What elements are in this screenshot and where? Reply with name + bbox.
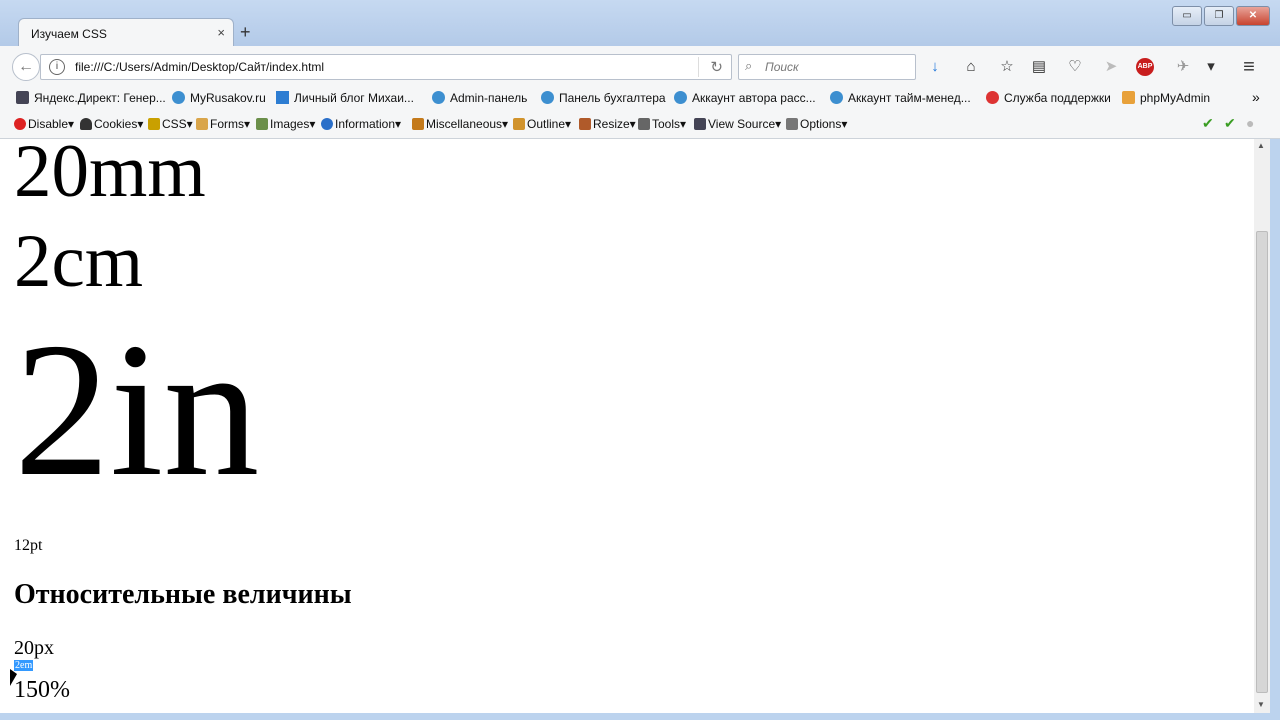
star-icon[interactable]: ☆ <box>996 56 1018 78</box>
wd-options-menu[interactable]: Options▾ <box>786 117 847 131</box>
globe-icon <box>541 91 554 104</box>
forms-icon <box>196 118 208 130</box>
bookmark-item[interactable]: MyRusakov.ru <box>172 91 266 105</box>
pocket-icon[interactable]: ♡ <box>1064 56 1086 78</box>
scroll-up-icon[interactable]: ▲ <box>1257 141 1265 150</box>
web-developer-toolbar: Disable▾ Cookies▾ CSS▾ Forms▾ Images▾ In… <box>0 112 1280 139</box>
wd-css-menu[interactable]: CSS▾ <box>148 117 193 131</box>
window-controls: ▭ ❐ ✕ <box>1172 6 1270 26</box>
resize-icon <box>579 118 591 130</box>
info-icon[interactable]: i <box>49 59 65 75</box>
tools-icon <box>638 118 650 130</box>
window-border-right <box>1270 139 1280 720</box>
miscellaneous-icon <box>412 118 424 130</box>
bookmarks-more-button[interactable]: » <box>1252 89 1260 105</box>
view-source-icon <box>694 118 706 130</box>
mouse-cursor-icon <box>10 669 17 686</box>
check-icon[interactable]: ✔ <box>1224 115 1236 132</box>
home-icon[interactable]: ⌂ <box>960 56 982 78</box>
scrollbar-thumb[interactable] <box>1256 231 1268 693</box>
text-150-percent: 150% <box>14 677 70 703</box>
new-tab-button[interactable]: + <box>240 22 251 43</box>
search-icon: ⌕ <box>745 58 753 73</box>
wd-tools-menu[interactable]: Tools▾ <box>638 117 686 131</box>
extension-icon[interactable]: ✈ <box>1172 56 1194 78</box>
page-content: 20mm 2cm 2in 12pt Относительные величины… <box>0 139 1254 713</box>
wd-images-menu[interactable]: Images▾ <box>256 117 315 131</box>
text-20mm: 20mm <box>14 139 206 213</box>
wd-resize-menu[interactable]: Resize▾ <box>579 117 636 131</box>
wd-view-source-menu[interactable]: View Source▾ <box>694 117 781 131</box>
navigation-bar: ← i file:///C:/Users/Admin/Desktop/Сайт/… <box>0 46 1280 87</box>
text-2in: 2in <box>14 303 260 516</box>
wd-miscellaneous-menu[interactable]: Miscellaneous▾ <box>412 117 508 131</box>
wd-outline-menu[interactable]: Outline▾ <box>513 117 571 131</box>
wd-information-menu[interactable]: Information▾ <box>321 117 401 131</box>
bookmark-item[interactable]: Служба поддержки <box>986 91 1111 105</box>
outline-icon <box>513 118 525 130</box>
tab-title: Изучаем CSS <box>31 27 107 41</box>
minimize-button[interactable]: ▭ <box>1172 6 1202 26</box>
css-icon <box>148 118 160 130</box>
bookmark-item[interactable]: Admin-панель <box>432 91 527 105</box>
adblock-icon[interactable]: ABP <box>1136 58 1154 76</box>
wd-disable-menu[interactable]: Disable▾ <box>14 117 74 131</box>
status-circle-icon[interactable]: ● <box>1246 115 1254 131</box>
search-input[interactable]: ⌕ Поиск <box>738 54 916 80</box>
information-icon <box>321 118 333 130</box>
images-icon <box>256 118 268 130</box>
globe-icon <box>172 91 185 104</box>
phpmyadmin-icon <box>1122 91 1135 104</box>
url-bar[interactable]: i file:///C:/Users/Admin/Desktop/Сайт/in… <box>40 54 732 80</box>
bookmark-item[interactable]: Панель бухгалтера <box>541 91 666 105</box>
bookmark-item[interactable]: Аккаунт автора расс... <box>674 91 816 105</box>
bookmark-icon <box>16 91 29 104</box>
search-placeholder: Поиск <box>765 60 799 74</box>
wd-forms-menu[interactable]: Forms▾ <box>196 117 250 131</box>
tab-active[interactable]: Изучаем CSS × <box>18 18 234 49</box>
heading-relative-units: Относительные величины <box>14 579 352 610</box>
text-2cm: 2cm <box>14 220 144 303</box>
maximize-button[interactable]: ❐ <box>1204 6 1234 26</box>
vertical-scrollbar[interactable]: ▲ ▼ <box>1254 139 1270 713</box>
wd-cookies-menu[interactable]: Cookies▾ <box>80 117 143 131</box>
back-button[interactable]: ← <box>12 53 40 81</box>
globe-icon <box>674 91 687 104</box>
bookmark-item[interactable]: Аккаунт тайм-менед... <box>830 91 971 105</box>
url-text[interactable]: file:///C:/Users/Admin/Desktop/Сайт/inde… <box>75 60 324 74</box>
options-icon <box>786 118 798 130</box>
globe-icon <box>830 91 843 104</box>
cookies-icon <box>80 118 92 130</box>
bookmark-item[interactable]: phpMyAdmin <box>1122 91 1210 105</box>
check-icon[interactable]: ✔ <box>1202 115 1214 132</box>
text-20px: 20px <box>14 637 54 659</box>
lifebuoy-icon <box>986 91 999 104</box>
chevron-down-icon[interactable]: ▾ <box>1200 56 1222 78</box>
bookmark-item[interactable]: Яндекс.Директ: Генер... <box>16 91 166 105</box>
tab-close-icon[interactable]: × <box>217 25 225 40</box>
scroll-down-icon[interactable]: ▼ <box>1257 700 1265 709</box>
blog-icon <box>276 91 289 104</box>
globe-icon <box>432 91 445 104</box>
bookmarks-bar: Яндекс.Директ: Генер... MyRusakov.ru Лич… <box>0 86 1280 112</box>
bookmark-item[interactable]: Личный блог Михаи... <box>276 91 414 105</box>
close-button[interactable]: ✕ <box>1236 6 1270 26</box>
send-icon[interactable]: ➤ <box>1100 56 1122 78</box>
reload-icon[interactable]: ↻ <box>710 58 723 76</box>
menu-icon[interactable]: ≡ <box>1238 56 1260 78</box>
reading-list-icon[interactable]: ▤ <box>1028 56 1050 78</box>
disable-icon <box>14 118 26 130</box>
window-border-bottom <box>0 713 1280 720</box>
text-12pt: 12pt <box>14 537 43 554</box>
url-separator <box>698 57 699 77</box>
download-icon[interactable]: ↓ <box>924 56 946 78</box>
